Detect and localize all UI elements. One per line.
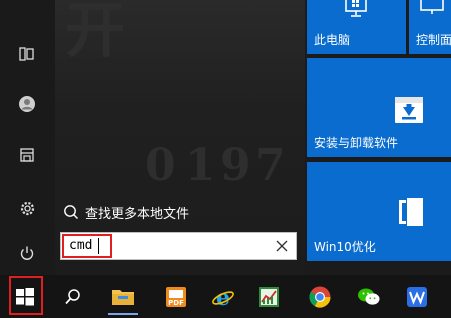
settings-icon[interactable] [10, 193, 44, 223]
taskbar: PDF e [0, 275, 451, 318]
svg-text:PDF: PDF [168, 299, 184, 307]
start-menu-rail [0, 0, 55, 275]
power-icon[interactable] [10, 238, 44, 268]
tablet-mode-icon[interactable] [10, 39, 44, 69]
background-ghost-text: 7 [255, 140, 286, 191]
documents-icon[interactable] [10, 140, 44, 170]
search-input[interactable]: cmd [60, 232, 297, 260]
start-button-highlight-box [9, 276, 43, 315]
pdf-app-icon: PDF [166, 287, 186, 307]
background-ghost-text: 0 [145, 140, 176, 191]
start-menu-tiles: 此电脑 控制面 安装与卸载软件 Win10优化 [305, 0, 451, 275]
search-icon [64, 205, 78, 219]
internet-explorer-icon: e [212, 285, 234, 309]
chrome-icon [309, 286, 331, 308]
taskbar-chart-app[interactable] [250, 279, 288, 315]
taskbar-search-button[interactable] [54, 279, 92, 315]
search-local-files-item[interactable]: 查找更多本地文件 [63, 199, 293, 225]
tile-this-pc-label: 此电脑 [314, 33, 351, 47]
optimize-icon [399, 198, 423, 226]
background-ghost-text: 开 [65, 0, 125, 66]
wechat-icon [358, 288, 380, 305]
tile-this-pc[interactable]: 此电脑 [307, 0, 406, 54]
start-menu-app-list: 开 0 1 9 7 查找更多本地文件 cmd [55, 0, 305, 275]
clear-icon[interactable] [273, 236, 291, 256]
wps-icon [407, 287, 427, 307]
desktop-screen: 开 0 1 9 7 查找更多本地文件 cmd 此电脑 控制面 安装与卸载软件 W… [0, 0, 451, 318]
control-panel-icon [420, 0, 444, 14]
tile-win10-optimize[interactable]: Win10优化 [307, 162, 451, 261]
computer-icon [345, 0, 367, 17]
tile-control-panel[interactable]: 控制面 [409, 0, 451, 54]
taskbar-wechat[interactable] [350, 279, 388, 315]
taskbar-file-explorer[interactable] [104, 279, 142, 315]
running-indicator [108, 313, 138, 315]
input-highlight-box [62, 234, 112, 258]
search-icon [65, 289, 80, 305]
tile-install-uninstall[interactable]: 安装与卸载软件 [307, 58, 451, 157]
tile-win10-optimize-label: Win10优化 [314, 240, 376, 254]
install-box-icon [395, 97, 423, 123]
tile-install-uninstall-label: 安装与卸载软件 [314, 136, 399, 150]
chart-app-icon [259, 287, 279, 307]
background-ghost-text: 9 [220, 140, 251, 191]
user-icon[interactable] [10, 89, 44, 119]
file-explorer-icon [112, 290, 134, 305]
search-local-files-label: 查找更多本地文件 [85, 206, 190, 222]
taskbar-wps[interactable] [398, 279, 436, 315]
taskbar-pdf-app[interactable]: PDF [157, 279, 195, 315]
taskbar-chrome[interactable] [301, 279, 339, 315]
background-ghost-text: 1 [185, 140, 216, 191]
tile-control-panel-label: 控制面 [416, 33, 451, 47]
taskbar-internet-explorer[interactable]: e [204, 279, 242, 315]
